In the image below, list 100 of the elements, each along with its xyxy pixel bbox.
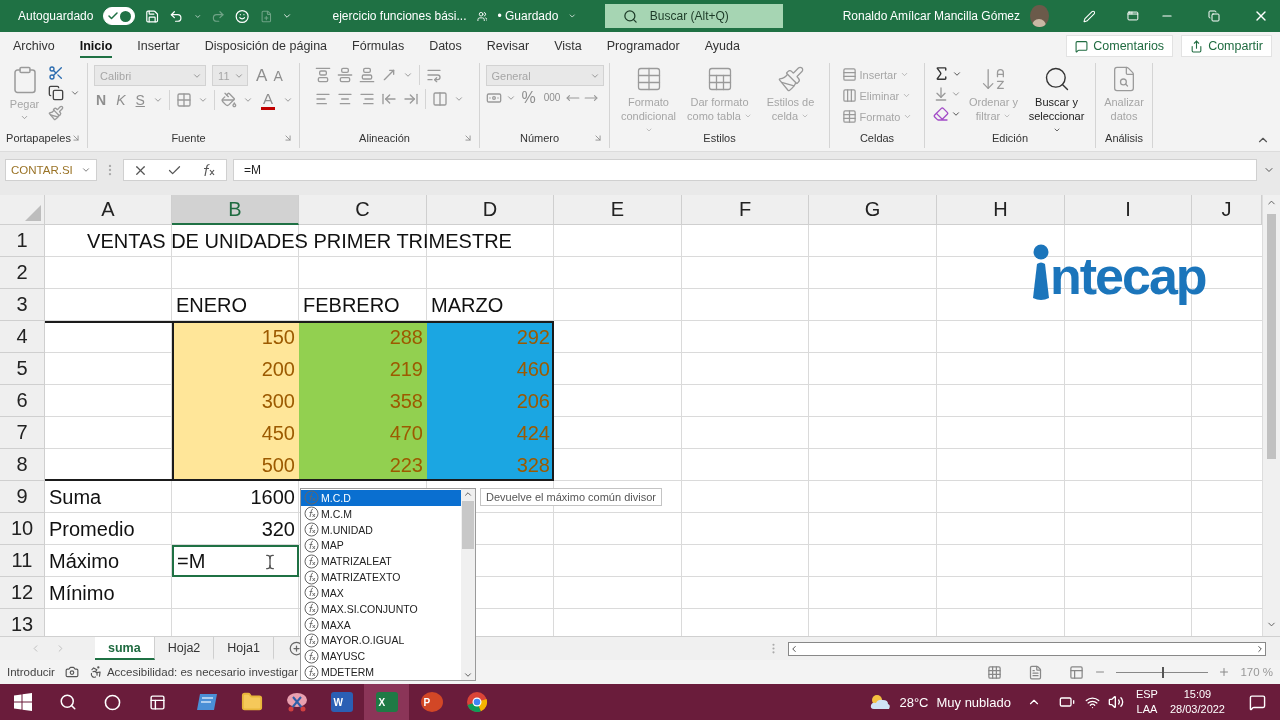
ribbon-tab[interactable]: Inicio xyxy=(79,34,113,58)
column-header[interactable]: C xyxy=(299,195,427,225)
notifications-icon[interactable] xyxy=(1249,693,1266,711)
page-layout-icon[interactable] xyxy=(1028,664,1044,680)
check-icon xyxy=(107,10,120,22)
share-button[interactable]: Compartir xyxy=(1181,35,1272,57)
row-header[interactable]: 2 xyxy=(0,257,45,289)
pen-icon[interactable] xyxy=(1082,8,1096,24)
eraser-icon[interactable] xyxy=(932,106,949,122)
column-header[interactable]: F xyxy=(682,195,809,225)
caret-icon xyxy=(81,165,91,175)
row-header[interactable]: 3 xyxy=(0,289,45,321)
taskbar-app[interactable]: P xyxy=(409,684,454,720)
sheet-tab[interactable]: suma xyxy=(95,637,155,660)
formula-field[interactable]: =M xyxy=(233,159,1257,181)
sheet-cell: 223 xyxy=(299,449,427,481)
scroll-right-icon[interactable] xyxy=(1255,643,1265,654)
caret-icon xyxy=(1003,112,1012,120)
sheet-cell-text: 1600 xyxy=(249,484,296,510)
ribbon-tab[interactable]: Programador xyxy=(606,34,680,58)
row-header[interactable]: 8 xyxy=(0,449,45,481)
group-label: Alineación xyxy=(358,132,411,144)
comments-button[interactable]: Comentarios xyxy=(1066,35,1174,57)
person-logo-icon xyxy=(1030,244,1052,302)
column-header[interactable]: B xyxy=(172,195,299,225)
row-header[interactable]: 6 xyxy=(0,385,45,417)
ribbon-tab[interactable]: Revisar xyxy=(486,34,530,58)
save-status[interactable]: • Guardado xyxy=(497,9,559,23)
accessibility-icon[interactable] xyxy=(88,665,103,679)
document-app-icon: W xyxy=(330,692,353,712)
accessibility-status[interactable]: Accesibilidad: es necesario investigar xyxy=(106,666,299,678)
ribbon-tab[interactable]: Disposición de página xyxy=(204,34,328,58)
scroll-down-icon[interactable] xyxy=(463,670,473,680)
ribbon-tab[interactable]: Datos xyxy=(429,34,462,58)
ribbon-tab[interactable]: Ayuda xyxy=(704,34,740,58)
row-header[interactable]: 10 xyxy=(0,513,45,545)
caret-icon[interactable] xyxy=(950,109,961,119)
search-icon xyxy=(622,8,638,24)
column-header[interactable]: I xyxy=(1065,195,1192,225)
horizontal-scrollbar[interactable] xyxy=(788,641,1266,656)
sheet-cell: 450 xyxy=(172,417,299,449)
function-option[interactable]: M.C.D xyxy=(301,490,461,506)
file-name[interactable]: ejercicio funciones bási... xyxy=(332,9,467,23)
caret-icon[interactable] xyxy=(568,11,577,21)
cell-editor[interactable]: =M xyxy=(172,545,299,577)
search-field[interactable]: Buscar (Alt+Q) xyxy=(604,4,783,28)
row-header[interactable]: 1 xyxy=(0,225,45,257)
row-header[interactable]: 4 xyxy=(0,321,45,353)
zoom-slider-thumb[interactable] xyxy=(1162,666,1165,678)
scrollbar-thumb[interactable] xyxy=(462,501,474,549)
row-header[interactable]: 13 xyxy=(0,609,45,636)
battery-icon[interactable] xyxy=(1058,694,1075,710)
normal-view-icon[interactable] xyxy=(987,664,1003,680)
wifi-icon[interactable] xyxy=(1084,694,1100,710)
macro-icon[interactable] xyxy=(64,665,79,679)
name-box[interactable]: CONTAR.SI xyxy=(5,159,97,181)
function-icon xyxy=(304,490,319,506)
column-header[interactable]: J xyxy=(1192,195,1262,225)
scrollbar-thumb[interactable] xyxy=(1267,214,1276,459)
scroll-left-icon[interactable] xyxy=(789,643,799,654)
row-header[interactable]: 9 xyxy=(0,481,45,513)
save-icon[interactable] xyxy=(144,7,160,25)
volume-icon[interactable] xyxy=(1107,694,1124,710)
row-header[interactable]: 11 xyxy=(0,545,45,577)
caret-icon xyxy=(902,91,912,100)
ribbon-tab[interactable]: Insertar xyxy=(137,34,180,58)
ribbon-tab[interactable]: Fórmulas xyxy=(352,34,405,58)
row-header[interactable]: 7 xyxy=(0,417,45,449)
column-header[interactable]: E xyxy=(554,195,682,225)
zoom-in-icon[interactable] xyxy=(1218,666,1231,678)
keyboard-layout[interactable]: LAA xyxy=(1136,702,1158,717)
input-language[interactable]: ESP xyxy=(1135,687,1158,702)
row-header[interactable]: 5 xyxy=(0,353,45,385)
smiley-icon[interactable] xyxy=(235,7,250,25)
clock-time[interactable]: 15:09 xyxy=(1183,687,1212,702)
sheet-cell-text: VENTAS DE UNIDADES PRIMER TRIMESTRE xyxy=(86,228,513,254)
taskbar-app[interactable]: X xyxy=(364,684,409,720)
row-header[interactable]: 12 xyxy=(0,577,45,609)
sheet-cell: 460 xyxy=(427,353,554,385)
table-icon xyxy=(841,109,857,124)
ribbon-tab[interactable]: Archivo xyxy=(13,34,55,58)
page-break-icon[interactable] xyxy=(1069,664,1085,680)
windows-icon xyxy=(13,693,32,711)
people-icon[interactable] xyxy=(476,9,488,23)
clock-date[interactable]: 28/03/2022 xyxy=(1169,702,1225,717)
ribbon-display-icon[interactable] xyxy=(1127,9,1139,23)
autosave-toggle[interactable] xyxy=(103,7,135,25)
function-icon xyxy=(304,522,319,538)
column-header[interactable]: G xyxy=(809,195,937,225)
document-icon[interactable] xyxy=(259,8,273,24)
select-all-corner[interactable] xyxy=(0,195,45,225)
taskbar-app[interactable]: W xyxy=(319,684,364,720)
restore-icon[interactable] xyxy=(1208,10,1221,22)
column-header[interactable]: H xyxy=(937,195,1065,225)
column-header[interactable]: D xyxy=(427,195,554,225)
column-header[interactable]: A xyxy=(45,195,172,225)
caret-icon[interactable] xyxy=(950,89,961,99)
scroll-up-icon[interactable] xyxy=(463,489,473,499)
ribbon-tab[interactable]: Vista xyxy=(554,34,582,58)
sheet-cell-text: Máximo xyxy=(48,548,120,574)
